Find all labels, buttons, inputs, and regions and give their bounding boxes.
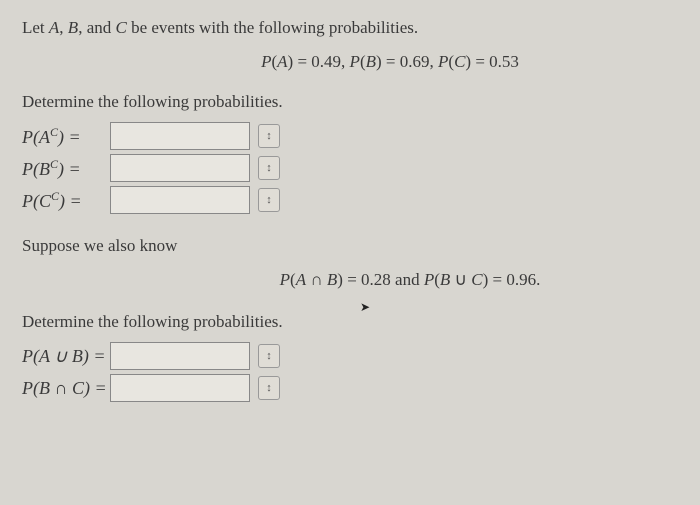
section-2-label: Determine the following probabilities. (22, 312, 678, 332)
input-p-b-complement[interactable] (110, 154, 250, 182)
row-p-c-complement: P(CC) = ↕ (22, 186, 678, 214)
cursor-icon: ➤ (360, 300, 370, 315)
label-p-a-union-b: P(A ∪ B) = (22, 346, 110, 367)
section-1-label: Determine the following probabilities. (22, 92, 678, 112)
given-probabilities: P(A) = 0.49, P(B) = 0.69, P(C) = 0.53 (22, 52, 678, 72)
input-p-b-intersect-c[interactable] (110, 374, 250, 402)
stepper-p-c-complement[interactable]: ↕ (258, 188, 280, 212)
stepper-p-a-union-b[interactable]: ↕ (258, 344, 280, 368)
label-p-b-intersect-c: P(B ∩ C) = (22, 378, 110, 399)
stepper-p-a-complement[interactable]: ↕ (258, 124, 280, 148)
label-p-a-complement: P(AC) = (22, 125, 110, 148)
row-p-b-intersect-c: P(B ∩ C) = ↕ (22, 374, 678, 402)
stepper-p-b-intersect-c[interactable]: ↕ (258, 376, 280, 400)
input-p-a-union-b[interactable] (110, 342, 250, 370)
label-p-c-complement: P(CC) = (22, 189, 110, 212)
additional-probabilities: P(A ∩ B) = 0.28 and P(B ∪ C) = 0.96. (22, 270, 678, 290)
row-p-b-complement: P(BC) = ↕ (22, 154, 678, 182)
label-p-b-complement: P(BC) = (22, 157, 110, 180)
suppose-text: Suppose we also know (22, 236, 678, 256)
input-p-a-complement[interactable] (110, 122, 250, 150)
row-p-a-union-b: P(A ∪ B) = ↕ (22, 342, 678, 370)
stepper-p-b-complement[interactable]: ↕ (258, 156, 280, 180)
row-p-a-complement: P(AC) = ↕ (22, 122, 678, 150)
input-p-c-complement[interactable] (110, 186, 250, 214)
intro-text: Let A, B, and C be events with the follo… (22, 18, 678, 38)
